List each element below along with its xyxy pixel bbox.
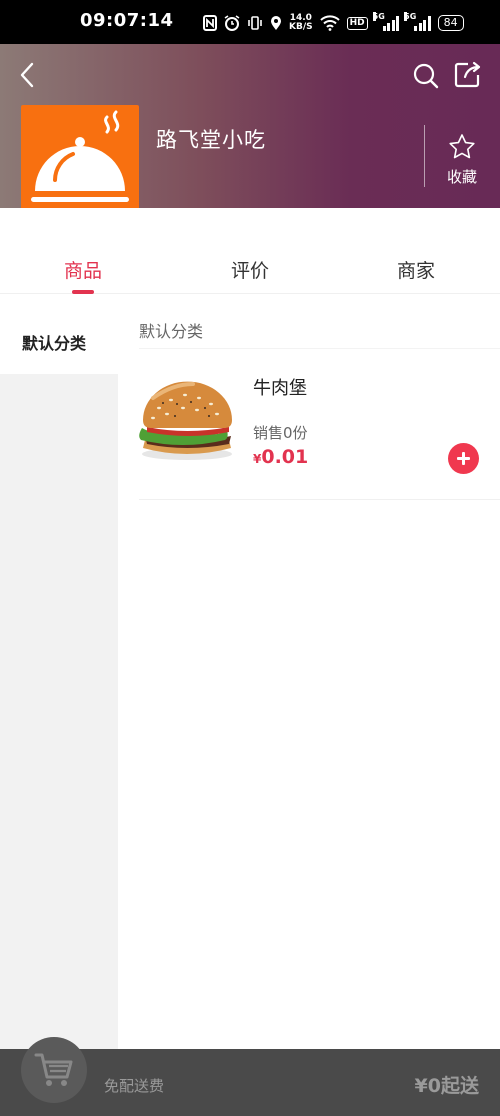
favorite-button[interactable]: 收藏	[434, 132, 490, 187]
delivery-fee-text: 免配送费	[104, 1077, 165, 1095]
star-icon	[449, 134, 475, 159]
add-to-cart-button[interactable]	[448, 443, 479, 474]
status-time: 09:07:14	[80, 10, 174, 31]
wifi-icon	[319, 15, 340, 31]
food-cloche-icon	[31, 110, 129, 202]
tab-merchant[interactable]: 商家	[333, 256, 499, 283]
shop-tabs: 商品 评价 商家	[0, 208, 500, 294]
product-name: 牛肉堡	[253, 378, 307, 399]
product-item[interactable]: 牛肉堡 销售0份 ¥0.01	[139, 360, 500, 500]
product-price: ¥0.01	[253, 446, 308, 468]
section-divider	[139, 348, 500, 349]
hd-badge: HD	[346, 16, 368, 30]
shop-header: 路飞堂小吃 收藏	[0, 44, 500, 223]
status-icons: 14.0 KB/S HD 5G 5G 84	[203, 12, 464, 34]
nfc-icon	[203, 15, 217, 31]
status-bar: 09:07:14 14.0 KB/S HD 5G 5G 84	[0, 0, 500, 44]
header-divider	[424, 125, 425, 187]
tab-products[interactable]: 商品	[0, 256, 166, 283]
category-label: 默认分类	[22, 334, 87, 353]
sim1-label: 5G	[372, 12, 385, 21]
tab-reviews[interactable]: 评价	[167, 256, 333, 283]
shopping-cart-icon	[34, 1053, 73, 1086]
shop-name: 路飞堂小吃	[156, 128, 266, 152]
search-icon[interactable]	[411, 61, 441, 91]
minimum-order-text: ¥0起送	[414, 1075, 479, 1097]
product-sales: 销售0份	[253, 424, 308, 442]
category-item-default[interactable]: 默认分类	[0, 294, 118, 374]
back-icon[interactable]	[14, 60, 44, 90]
burger-image	[139, 370, 236, 467]
battery-icon: 84	[437, 15, 464, 31]
vibrate-icon	[248, 16, 262, 30]
cart-button[interactable]	[21, 1037, 87, 1103]
net-speed: 14.0 KB/S	[289, 14, 313, 32]
category-sidebar: 默认分类	[0, 294, 118, 1049]
share-icon[interactable]	[452, 60, 482, 90]
signal-sim2-icon: 5G	[404, 12, 431, 31]
signal-sim1-icon: 5G	[372, 12, 400, 31]
shop-logo	[21, 105, 139, 223]
favorite-label: 收藏	[446, 168, 477, 186]
location-icon	[271, 16, 281, 30]
section-title: 默认分类	[139, 322, 204, 341]
net-speed-unit: KB/S	[289, 22, 313, 32]
alarm-icon	[224, 15, 240, 31]
price-value: 0.01	[261, 446, 309, 468]
sim2-label: 5G	[404, 12, 417, 21]
